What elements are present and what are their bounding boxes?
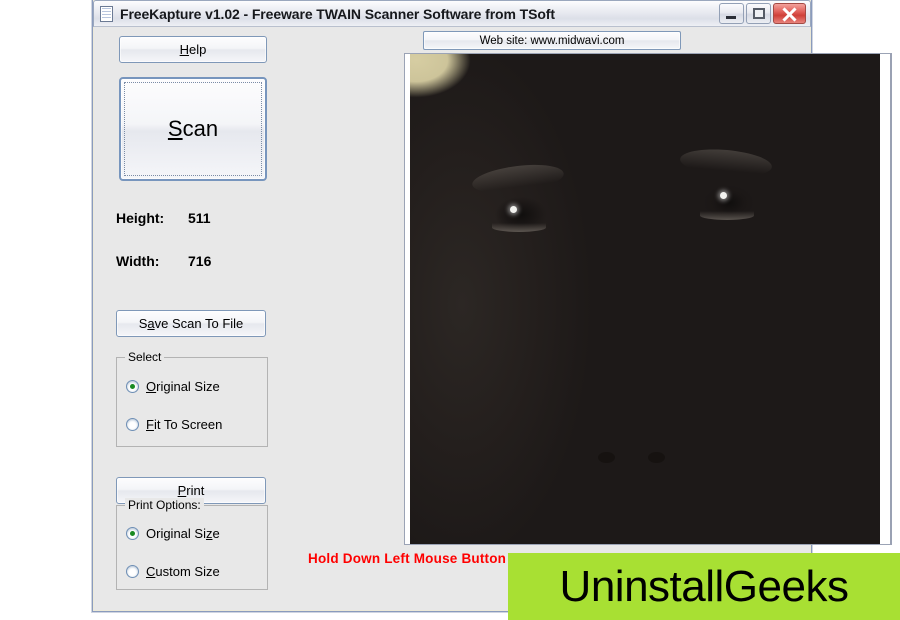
- dog-eye-left: [488, 194, 554, 234]
- radio-icon: [126, 565, 139, 578]
- client-area: Help Scan Height: 511 Width: 716 Sa ve Scan…: [94, 27, 892, 610]
- scanned-photo: [410, 54, 880, 544]
- height-label: Height:: [116, 210, 165, 226]
- application-window: FreeKapture v1.02 - Freeware TWAIN Scann…: [92, 0, 892, 612]
- maximize-button[interactable]: [746, 3, 771, 24]
- height-value: 511: [188, 210, 211, 226]
- dog-brow-right: [679, 146, 773, 180]
- radio-icon: [126, 418, 139, 431]
- print-button-accel: P: [177, 483, 187, 498]
- width-label: Width:: [116, 253, 160, 269]
- radio-label: Original Size: [146, 526, 220, 541]
- radio-icon: [126, 527, 139, 540]
- radio-select-original-size[interactable]: Original Size: [126, 379, 220, 394]
- window-button-group: [719, 3, 810, 24]
- window-title: FreeKapture v1.02 - Freeware TWAIN Scann…: [120, 5, 555, 22]
- maximize-icon: [753, 8, 765, 19]
- radio-select-fit-to-screen[interactable]: Fit To Screen: [126, 417, 222, 432]
- dog-nostril-left: [598, 452, 615, 463]
- help-button[interactable]: Help: [119, 36, 267, 63]
- radio-icon: [126, 380, 139, 393]
- document-icon: [100, 5, 113, 22]
- minimize-icon: [726, 16, 736, 19]
- save-scan-to-file-button[interactable]: Sa ve Scan To File: [116, 310, 266, 337]
- scan-preview-frame[interactable]: [404, 53, 892, 545]
- dog-eye-right: [696, 182, 762, 222]
- close-button[interactable]: [773, 3, 806, 24]
- radio-label: Fit To Screen: [146, 417, 223, 432]
- radio-label: Custom Size: [146, 564, 220, 579]
- left-control-panel: Help Scan Height: 511 Width: 716 Sa ve Scan…: [94, 27, 304, 610]
- watermark-label: UninstallGeeks: [559, 561, 849, 611]
- dog-brow-left: [470, 160, 566, 198]
- save-button-label-pre: S: [138, 316, 148, 331]
- width-value: 716: [188, 253, 212, 269]
- website-link-button[interactable]: Web site: www.midwavi.com: [423, 31, 681, 50]
- print-button-label: rint: [186, 483, 205, 498]
- radio-label: Original Size: [146, 379, 220, 394]
- title-bar[interactable]: FreeKapture v1.02 - Freeware TWAIN Scann…: [93, 0, 811, 27]
- scan-button[interactable]: Scan: [119, 77, 267, 181]
- print-options-groupbox-title: Print Options:: [125, 498, 204, 512]
- select-groupbox: Select: [116, 350, 268, 447]
- help-button-accel: H: [179, 42, 190, 57]
- save-button-accel: a: [147, 316, 155, 331]
- dog-nostril-right: [648, 452, 665, 463]
- help-button-label: elp: [189, 42, 207, 57]
- watermark-banner: UninstallGeeks: [508, 553, 900, 620]
- save-button-label-post: ve Scan To File: [154, 316, 244, 331]
- radio-print-original-size[interactable]: Original Size: [126, 526, 220, 541]
- radio-print-custom-size[interactable]: Custom Size: [126, 564, 220, 579]
- select-groupbox-title: Select: [125, 350, 165, 364]
- width-readout: Width: 716: [116, 253, 211, 269]
- minimize-button[interactable]: [719, 3, 744, 24]
- height-readout: Height: 511: [116, 210, 211, 226]
- scan-button-accel: S: [167, 116, 183, 141]
- image-preview-panel: Web site: www.midwavi.com Hold Down Left…: [304, 27, 892, 610]
- scan-button-label: can: [182, 116, 219, 141]
